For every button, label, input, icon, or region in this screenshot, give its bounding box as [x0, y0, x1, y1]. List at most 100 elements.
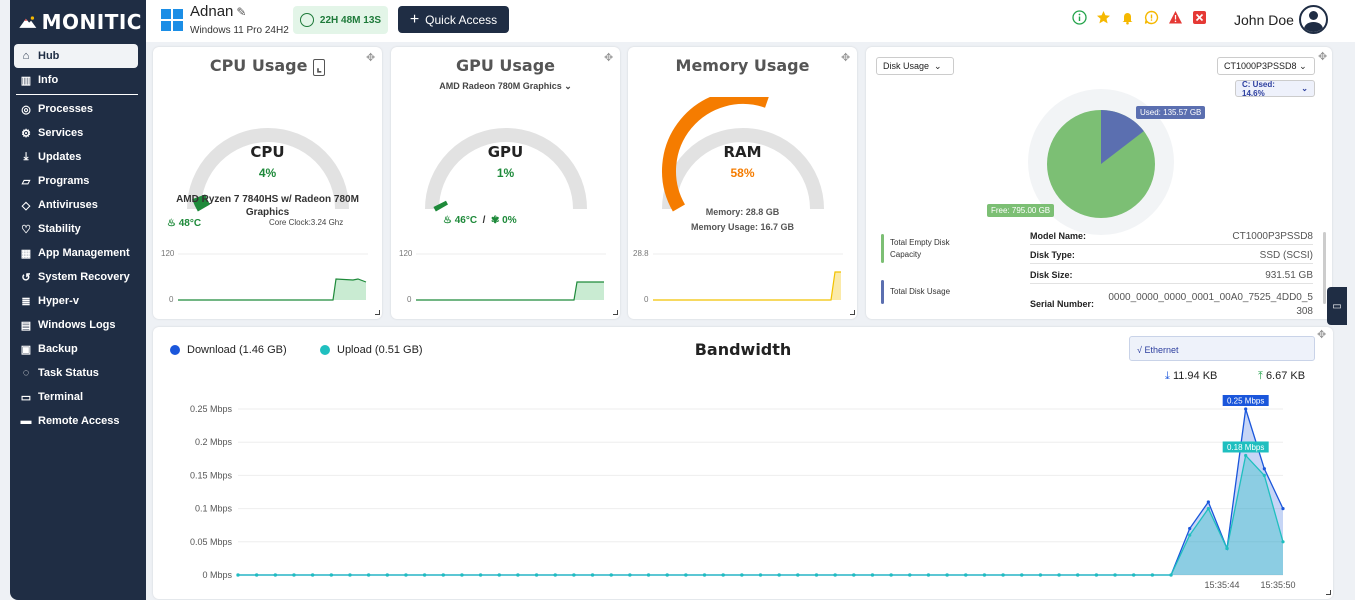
memory-usage-card: Memory Usage ✥ RAM 58% Memory: 28.8 GB M…: [628, 47, 857, 319]
move-handle-icon[interactable]: ✥: [841, 51, 850, 64]
disk-info-value: 0000_0000_0000_0001_00A0_7525_4DD0_5308: [1108, 292, 1313, 317]
data-point: [367, 573, 371, 577]
cpu-title-text: CPU Usage: [209, 56, 308, 75]
user-avatar-icon[interactable]: [1299, 5, 1328, 34]
y-tick-label: 0.2 Mbps: [195, 437, 233, 447]
series-area-upload: [238, 455, 1283, 575]
resize-handle[interactable]: [613, 310, 618, 315]
memory-card-title: Memory Usage: [675, 56, 810, 75]
memory-axis-min: 0: [644, 295, 649, 304]
gpu-temp-row: ♨ 46°C / ✾ 0%: [443, 215, 517, 226]
data-point: [1057, 573, 1061, 577]
sidebar-item-info[interactable]: ▥ Info: [10, 68, 146, 92]
y-tick-label: 0 Mbps: [202, 570, 232, 580]
data-point: [796, 573, 800, 577]
sidebar-item-label: Services: [38, 127, 84, 139]
resize-handle[interactable]: [375, 310, 380, 315]
quick-access-button[interactable]: + Quick Access: [398, 6, 509, 33]
resize-handle[interactable]: [1326, 590, 1331, 595]
sidebar-item-programs[interactable]: ▱ Programs: [10, 169, 146, 193]
data-point: [646, 573, 651, 577]
move-handle-icon[interactable]: ✥: [604, 51, 613, 64]
cpu-axis-min: 0: [169, 295, 174, 304]
partition-value: C: Used: 14.6%: [1242, 79, 1275, 98]
sidebar-item-processes[interactable]: ◎ Processes: [10, 97, 146, 121]
memory-used: Memory Usage: 16.7 GB: [690, 222, 795, 232]
info-icon[interactable]: [1072, 10, 1087, 25]
data-point: [553, 573, 557, 577]
sidebar-item-backup[interactable]: ▣ Backup: [10, 337, 146, 361]
download-icon: ⤓: [23, 150, 29, 163]
download-peak-tag: 0.25 Mbps: [1227, 397, 1264, 406]
sidebar-divider: [16, 94, 138, 95]
gpu-history-chart: [416, 253, 606, 301]
disk-info-key: Serial Number:: [1030, 299, 1095, 309]
top-bar: Adnan ✎ Windows 11 Pro 24H2 22H 48M 13S +…: [146, 0, 1355, 42]
sidebar-item-task-status[interactable]: ◌ Task Status: [10, 361, 146, 385]
sidebar-item-label: System Recovery: [38, 271, 130, 283]
disk-info-key: Disk Size:: [1030, 270, 1073, 280]
data-point: [684, 573, 688, 577]
sidebar-item-label: Backup: [38, 343, 78, 355]
partition-select[interactable]: C: Used: 14.6% ⌄: [1235, 79, 1315, 98]
disk-drive-select[interactable]: CT1000P3PSSD8 ⌄: [1217, 57, 1315, 75]
sidebar-item-system-recovery[interactable]: ↺ System Recovery: [10, 265, 146, 289]
task-status-icon: ◌: [22, 367, 30, 379]
data-point: [814, 573, 819, 577]
data-point: [1020, 573, 1024, 577]
backup-icon: ▣: [20, 343, 32, 356]
sidebar-item-hub[interactable]: ⌂ Hub: [14, 44, 138, 68]
warning-icon[interactable]: [1168, 10, 1183, 25]
logs-grid-icon: ▤: [20, 319, 32, 332]
data-point: [329, 573, 333, 577]
legend-usage-label: Total Disk Usage: [890, 287, 951, 296]
move-handle-icon[interactable]: ✥: [366, 51, 375, 64]
brand-logo[interactable]: MONITIC: [18, 6, 142, 38]
data-point: [833, 573, 837, 577]
gpu-gauge: [425, 128, 587, 212]
chart-toggle-icon[interactable]: ⌞: [313, 59, 326, 76]
data-point: [441, 573, 445, 577]
disk-view-select[interactable]: Disk Usage ⌄: [876, 57, 954, 75]
pencil-edit-icon[interactable]: ✎: [236, 5, 246, 19]
chevron-down-icon: ⌄: [564, 81, 572, 91]
close-square-icon[interactable]: [1192, 10, 1207, 25]
sidebar-item-terminal[interactable]: ▭ Terminal: [10, 385, 146, 409]
gpu-gauge-label: GPU: [487, 143, 524, 161]
quick-access-label: Quick Access: [425, 12, 498, 27]
sidebar-item-windows-logs[interactable]: ▤ Windows Logs: [10, 313, 146, 337]
data-point: [945, 573, 949, 577]
gpu-usage-card: GPU Usage ✥ AMD Radeon 780M Graphics ⌄ G…: [391, 47, 620, 319]
sidebar-item-updates[interactable]: ⤓ Updates: [10, 145, 146, 169]
gpu-model-select[interactable]: AMD Radeon 780M Graphics ⌄: [401, 81, 610, 92]
star-icon[interactable]: [1096, 10, 1111, 25]
cpu-percent: 4%: [258, 166, 277, 180]
sidebar-item-antiviruses[interactable]: ◇ Antiviruses: [10, 193, 146, 217]
sidebar-item-app-management[interactable]: ▦ App Management: [10, 241, 146, 265]
side-panel-toggle-icon[interactable]: ▭: [1327, 287, 1347, 325]
sidebar-item-remote-access[interactable]: ▬ Remote Access: [10, 409, 146, 433]
thermometer-icon: ♨: [167, 218, 176, 229]
uptime-value: 22H 48M 13S: [319, 14, 382, 26]
sidebar-item-hyper-v[interactable]: ≣ Hyper-v: [10, 289, 146, 313]
memory-history-chart: [653, 253, 843, 301]
data-point: [721, 573, 725, 577]
chevron-down-icon: ⌄: [934, 60, 942, 71]
plus-icon: +: [409, 10, 420, 28]
bell-icon[interactable]: [1120, 10, 1135, 25]
disk-info-scrollbar[interactable]: [1323, 232, 1326, 304]
data-point: [1132, 573, 1136, 577]
sidebar-item-services[interactable]: ⚙ Services: [10, 121, 146, 145]
gpu-axis-min: 0: [407, 295, 412, 304]
sidebar-item-stability[interactable]: ♡ Stability: [10, 217, 146, 241]
cpu-temp-row: ♨ 48°C: [167, 218, 201, 229]
move-handle-icon[interactable]: ✥: [1318, 50, 1327, 63]
message-alert-icon[interactable]: [1144, 10, 1159, 25]
upload-peak-tag: 0.18 Mbps: [1227, 443, 1264, 452]
data-point: [1206, 507, 1210, 511]
data-point: [1281, 507, 1285, 511]
resize-handle[interactable]: [850, 310, 855, 315]
cpu-gauge-label: CPU: [250, 143, 285, 161]
user-name[interactable]: John Doe: [1234, 12, 1294, 28]
history-icon: ↺: [21, 271, 31, 284]
